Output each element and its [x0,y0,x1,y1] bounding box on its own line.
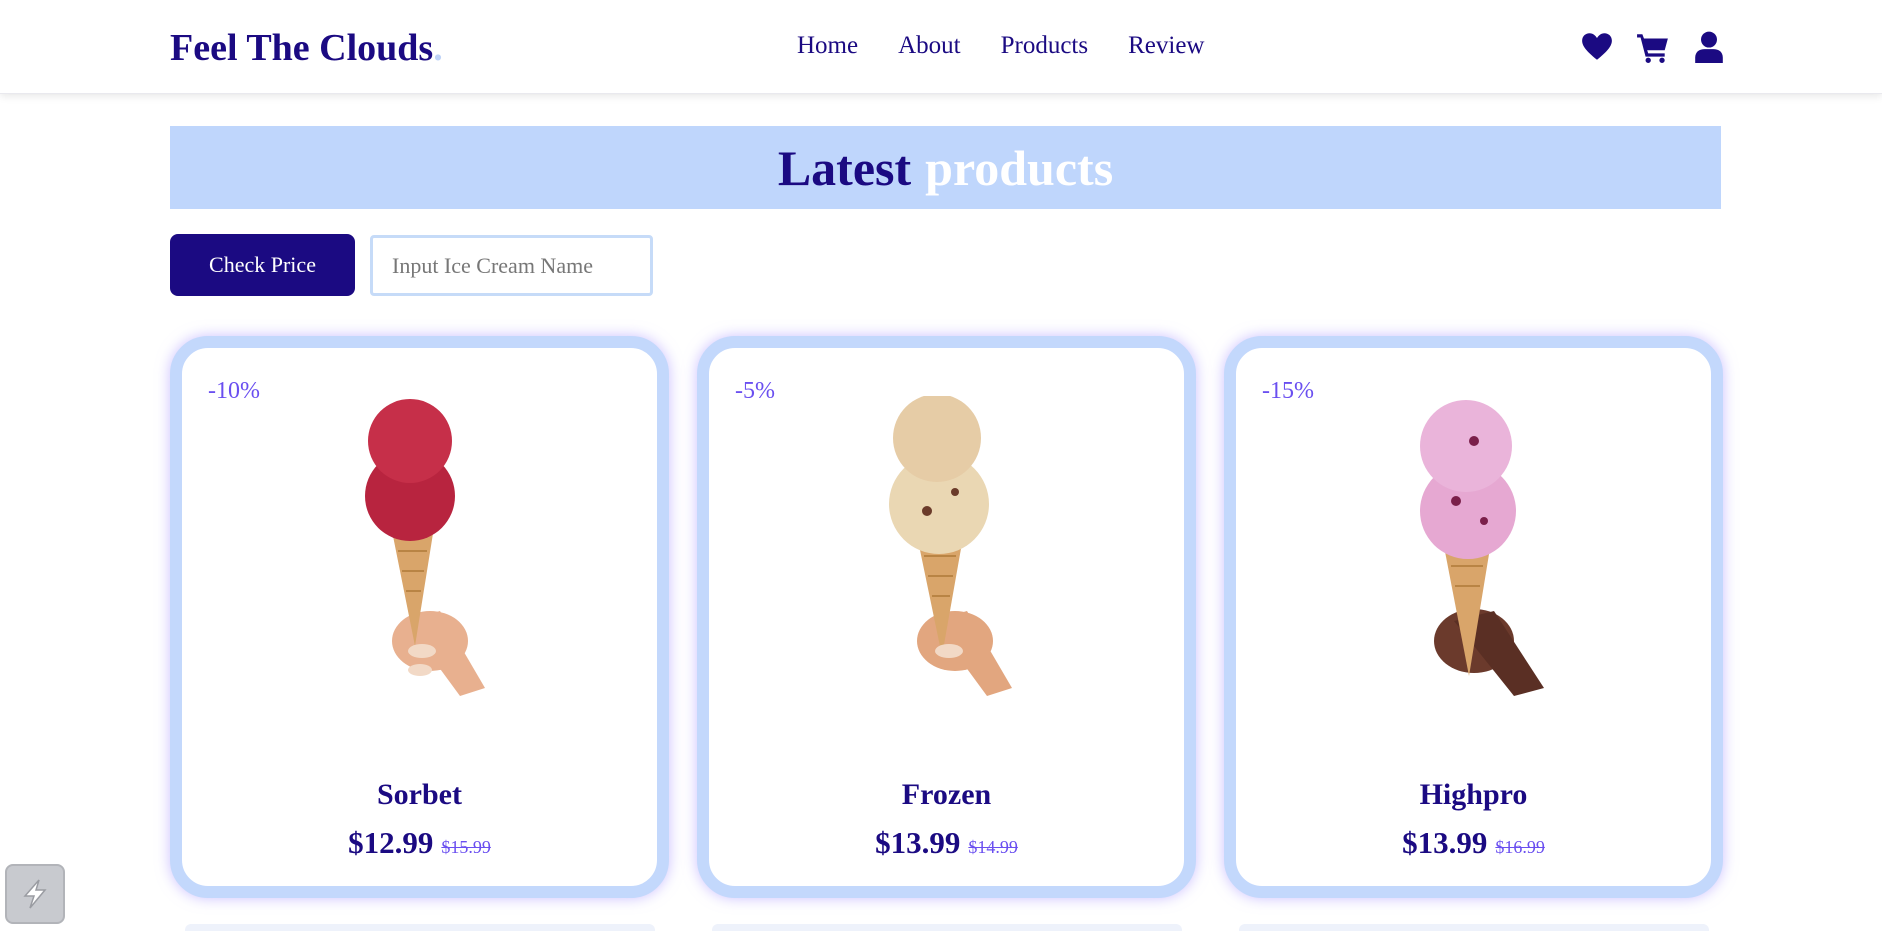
product-image [310,396,530,696]
heart-icon[interactable] [1580,30,1614,64]
logo-text: Feel The Clouds [170,27,434,69]
discount-badge: -15% [1262,378,1314,404]
product-card[interactable]: -10% Sorbet $12.99 $15.99 [170,336,669,898]
header-actions [1580,30,1726,64]
price-row: $12.99 $15.99 [182,825,657,861]
cart-icon[interactable] [1636,30,1670,64]
main-nav: Home About Products Review [797,32,1204,60]
discount-badge: -5% [735,378,775,404]
product-price: $12.99 [348,825,434,860]
product-name: Frozen [901,778,992,811]
product-old-price: $14.99 [968,837,1018,857]
product-price: $13.99 [1402,825,1488,860]
price-row: $13.99 $14.99 [709,825,1184,861]
floating-widget-button[interactable] [5,864,65,924]
logo-dot: . [433,27,443,69]
product-name: Highpro [1419,778,1528,811]
title-word-latest: Latest [777,139,912,196]
nav-home[interactable]: Home [797,32,858,60]
next-card-edge [185,924,655,931]
product-old-price: $16.99 [1495,837,1545,857]
product-card[interactable]: -15% Highpro $13.99 $16.99 [1224,336,1723,898]
next-card-edge [712,924,1182,931]
product-price: $13.99 [875,825,961,860]
product-name: Sorbet [377,778,462,811]
title-word-products: products [925,139,1114,196]
site-logo[interactable]: Feel The Clouds. [170,26,443,70]
product-image [837,396,1057,696]
nav-products[interactable]: Products [1001,32,1089,60]
product-card[interactable]: -5% Frozen $13.99 $14.99 [697,336,1196,898]
ice-cream-search-input[interactable] [370,235,653,296]
section-title: Latest products [170,126,1721,209]
nav-review[interactable]: Review [1128,32,1204,60]
product-image [1364,396,1584,696]
lightning-icon [23,879,47,909]
next-card-edge [1239,924,1709,931]
check-price-button[interactable]: Check Price [170,234,355,296]
user-icon[interactable] [1692,30,1726,64]
price-row: $13.99 $16.99 [1236,825,1711,861]
nav-about[interactable]: About [898,32,961,60]
product-old-price: $15.99 [441,837,491,857]
site-header: Feel The Clouds. Home About Products Rev… [0,0,1882,94]
discount-badge: -10% [208,378,260,404]
